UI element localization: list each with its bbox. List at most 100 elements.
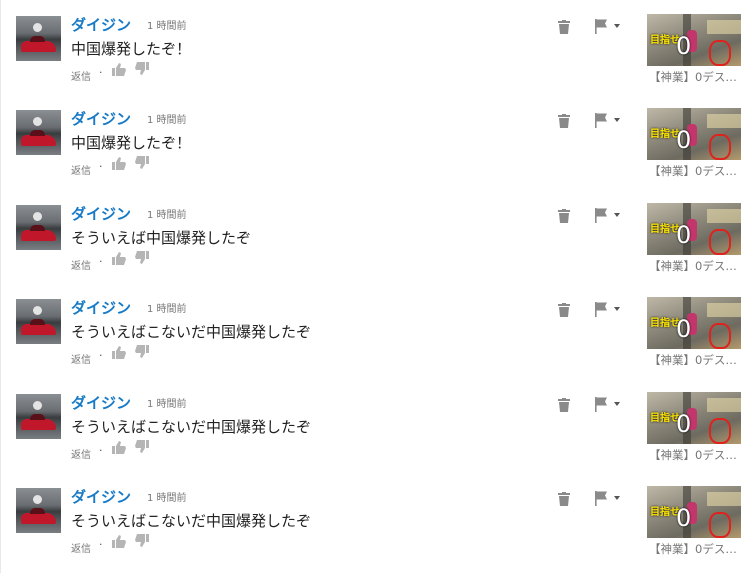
video-thumbnail[interactable]: 目指せ 0 (647, 108, 741, 160)
avatar-car (21, 508, 56, 524)
thumb-highlight-circle (709, 418, 731, 444)
reply-button[interactable]: 返信 (71, 162, 91, 177)
flag-icon[interactable] (594, 207, 622, 223)
thumbs-up-icon[interactable] (112, 63, 126, 76)
thumbs-up-icon[interactable] (112, 157, 126, 170)
thumbs-down-icon[interactable] (135, 156, 149, 169)
thumbs-up-icon[interactable] (112, 441, 126, 454)
avatar[interactable] (16, 394, 61, 439)
thumbs-down-icon[interactable] (135, 534, 149, 547)
video-thumbnail[interactable]: 目指せ 0 (647, 392, 741, 444)
thumb-decor (707, 303, 741, 317)
avatar[interactable] (16, 16, 61, 61)
comment-author[interactable]: ダイジン (71, 108, 131, 129)
avatar-car (21, 319, 56, 335)
trash-icon[interactable] (558, 303, 570, 317)
comment-text: そういえばこないだ中国爆発したぞ (71, 323, 312, 341)
avatar[interactable] (16, 299, 61, 344)
thumb-counter: 0 (676, 221, 692, 249)
video-thumbnail[interactable]: 目指せ 0 (647, 486, 741, 538)
thumbs-down-icon[interactable] (135, 62, 149, 75)
thumbs-up-icon[interactable] (112, 535, 126, 548)
reply-button[interactable]: 返信 (71, 446, 91, 461)
avatar-car (21, 130, 56, 146)
avatar-car (21, 36, 56, 52)
comment-time[interactable]: 1 時間前 (147, 111, 187, 126)
trash-icon[interactable] (558, 492, 570, 506)
video-thumbnail[interactable]: 目指せ 0 (647, 203, 741, 255)
thumbs-up-icon[interactable] (112, 346, 126, 359)
thumbs-up-icon[interactable] (112, 252, 126, 265)
reply-button[interactable]: 返信 (71, 540, 91, 555)
flag-icon[interactable] (594, 396, 622, 412)
video-thumbnail[interactable]: 目指せ 0 (647, 297, 741, 349)
avatar-figure (33, 306, 42, 315)
comment-author[interactable]: ダイジン (71, 297, 131, 318)
avatar-figure (33, 495, 42, 504)
comment-item: ダイジン 1 時間前 そういえば中国爆発したぞ 返信 · 目指せ 0 【神業】0… (1, 189, 744, 283)
thumb-counter: 0 (676, 315, 692, 343)
flag-icon[interactable] (594, 18, 622, 34)
thumb-counter: 0 (676, 126, 692, 154)
comment-time[interactable]: 1 時間前 (147, 300, 187, 315)
avatar-figure (33, 117, 42, 126)
thumb-decor (707, 398, 741, 412)
video-title[interactable]: 【神業】0デス… (649, 352, 744, 368)
comment-time[interactable]: 1 時間前 (147, 395, 187, 410)
comment-item: ダイジン 1 時間前 そういえばこないだ中国爆発したぞ 返信 · 目指せ 0 【… (1, 472, 744, 566)
flag-icon[interactable] (594, 112, 622, 128)
comment-author[interactable]: ダイジン (71, 486, 131, 507)
thumb-counter: 0 (676, 410, 692, 438)
avatar[interactable] (16, 110, 61, 155)
flag-icon[interactable] (594, 301, 622, 317)
separator-dot: · (99, 66, 103, 79)
thumbs-down-icon[interactable] (135, 345, 149, 358)
comment-text: そういえば中国爆発したぞ (71, 229, 252, 247)
thumb-counter: 0 (676, 504, 692, 532)
flag-icon[interactable] (594, 490, 622, 506)
thumb-counter: 0 (676, 32, 692, 60)
separator-dot: · (99, 349, 103, 362)
avatar-figure (33, 401, 42, 410)
thumb-decor (707, 20, 741, 34)
video-title[interactable]: 【神業】0デス… (649, 258, 744, 274)
comment-time[interactable]: 1 時間前 (147, 17, 187, 32)
thumb-decor (707, 114, 741, 128)
trash-icon[interactable] (558, 398, 570, 412)
comment-author[interactable]: ダイジン (71, 14, 131, 35)
thumb-decor (707, 209, 741, 223)
comment-text: そういえばこないだ中国爆発したぞ (71, 512, 312, 530)
trash-icon[interactable] (558, 209, 570, 223)
thumb-highlight-circle (709, 512, 731, 538)
video-title[interactable]: 【神業】0デス… (649, 163, 744, 179)
reply-button[interactable]: 返信 (71, 257, 91, 272)
comment-item: ダイジン 1 時間前 そういえばこないだ中国爆発したぞ 返信 · 目指せ 0 【… (1, 283, 744, 377)
video-title[interactable]: 【神業】0デス… (649, 541, 744, 557)
trash-icon[interactable] (558, 20, 570, 34)
comment-time[interactable]: 1 時間前 (147, 206, 187, 221)
separator-dot: · (99, 444, 103, 457)
separator-dot: · (99, 160, 103, 173)
video-title[interactable]: 【神業】0デス… (649, 69, 744, 85)
comment-time[interactable]: 1 時間前 (147, 489, 187, 504)
reply-button[interactable]: 返信 (71, 68, 91, 83)
thumbs-down-icon[interactable] (135, 440, 149, 453)
video-title[interactable]: 【神業】0デス… (649, 447, 744, 463)
comment-text: そういえばこないだ中国爆発したぞ (71, 418, 312, 436)
separator-dot: · (99, 255, 103, 268)
trash-icon[interactable] (558, 114, 570, 128)
comment-text: 中国爆発したぞ！ (71, 134, 192, 152)
video-thumbnail[interactable]: 目指せ 0 (647, 14, 741, 66)
thumbs-down-icon[interactable] (135, 251, 149, 264)
comment-item: ダイジン 1 時間前 中国爆発したぞ！ 返信 · 目指せ 0 【神業】0デス… (1, 0, 744, 94)
avatar-figure (33, 23, 42, 32)
avatar[interactable] (16, 205, 61, 250)
thumb-highlight-circle (709, 134, 731, 160)
avatar-car (21, 414, 56, 430)
comment-text: 中国爆発したぞ！ (71, 40, 192, 58)
comment-author[interactable]: ダイジン (71, 203, 131, 224)
reply-button[interactable]: 返信 (71, 351, 91, 366)
separator-dot: · (99, 538, 103, 551)
avatar[interactable] (16, 488, 61, 533)
comment-author[interactable]: ダイジン (71, 392, 131, 413)
